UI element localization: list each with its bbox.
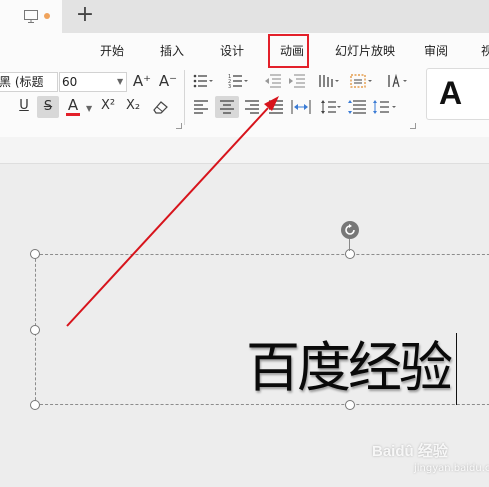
menu-insert[interactable]: 插入: [160, 43, 184, 59]
font-family-value: 黑 (标题: [0, 75, 44, 89]
paragraph-dialog-launcher[interactable]: [410, 123, 416, 129]
superscript-button[interactable]: X²: [98, 97, 118, 115]
text-spacing-icon[interactable]: [372, 99, 398, 115]
chevron-down-icon: ▼: [117, 77, 124, 86]
underline-button[interactable]: U: [16, 97, 32, 115]
menu-review[interactable]: 审阅: [424, 43, 448, 59]
rotate-connector: [349, 239, 350, 251]
new-tab-button[interactable]: +: [74, 3, 96, 27]
text-direction-icon[interactable]: [387, 73, 409, 89]
monitor-icon: [24, 10, 38, 23]
justify-icon[interactable]: [268, 100, 284, 114]
subscript-button[interactable]: X₂: [123, 97, 143, 115]
menu-home[interactable]: 开始: [100, 43, 124, 59]
text-box-dashed-icon[interactable]: [350, 73, 374, 89]
resize-handle-bottom-left[interactable]: [30, 400, 40, 410]
menu-slideshow[interactable]: 幻灯片放映: [335, 43, 395, 59]
font-size-value: 60: [62, 75, 78, 89]
align-left-icon[interactable]: [193, 100, 209, 114]
ribbon-footer: [0, 137, 489, 164]
menu-view[interactable]: 视: [481, 43, 489, 59]
align-right-icon[interactable]: [244, 100, 260, 114]
paragraph-spacing-icon[interactable]: [348, 99, 368, 115]
resize-handle-left[interactable]: [30, 325, 40, 335]
text-style-preview[interactable]: A: [426, 68, 489, 120]
shrink-font-button[interactable]: A⁻: [158, 72, 178, 90]
align-center-icon: [220, 100, 234, 114]
menu-design[interactable]: 设计: [220, 43, 244, 59]
tab-strip: +: [0, 0, 489, 33]
unsaved-dot-icon: [44, 13, 50, 19]
menu-highlight-box: [268, 34, 309, 68]
baidu-watermark-url: jingyan.baidu.com: [414, 463, 489, 474]
bullet-list-icon[interactable]: [193, 73, 213, 89]
strikethrough-button[interactable]: S: [37, 96, 59, 118]
eraser-icon[interactable]: [152, 99, 170, 115]
font-color-button[interactable]: A: [64, 96, 82, 114]
svg-text:3: 3: [228, 84, 231, 89]
font-size-select[interactable]: 60 ▼: [59, 72, 127, 92]
baidu-watermark-logo: Baidû 经验: [372, 443, 448, 460]
rotate-handle[interactable]: [341, 221, 359, 239]
resize-handle-top-left[interactable]: [30, 249, 40, 259]
rotate-icon: [345, 224, 355, 235]
text-cursor: [456, 333, 457, 405]
columns-icon[interactable]: [318, 73, 340, 89]
font-color-swatch: [66, 113, 80, 116]
line-spacing-icon[interactable]: [320, 99, 342, 115]
numbered-list-icon[interactable]: 1 2 3: [228, 73, 248, 89]
increase-indent-icon[interactable]: [288, 73, 306, 89]
font-family-select[interactable]: 黑 (标题: [0, 72, 58, 92]
style-preview-letter: A: [439, 75, 463, 111]
resize-handle-top[interactable]: [345, 249, 355, 259]
decrease-indent-icon[interactable]: [264, 73, 282, 89]
font-dialog-launcher[interactable]: [176, 123, 182, 129]
slide-title-text[interactable]: 百度经验: [246, 333, 453, 403]
font-color-letter: A: [67, 96, 79, 114]
align-center-button[interactable]: [215, 96, 239, 118]
distribute-icon[interactable]: [291, 99, 311, 115]
grow-font-button[interactable]: A⁺: [132, 72, 152, 90]
document-tab[interactable]: [0, 0, 62, 33]
chevron-down-icon[interactable]: ▼: [86, 104, 92, 113]
group-separator: [184, 70, 185, 125]
